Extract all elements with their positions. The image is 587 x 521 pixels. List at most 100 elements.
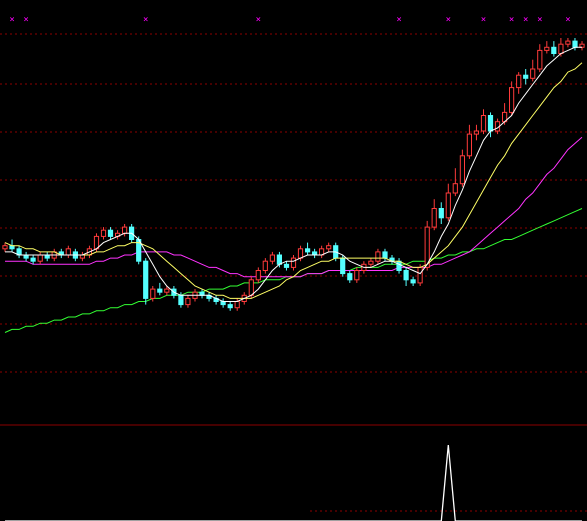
candle (438, 202, 444, 224)
candle-body-up (354, 270, 360, 281)
candle (79, 251, 86, 262)
candle (234, 298, 240, 311)
candle-body-up (2, 245, 8, 250)
signal-marker: × (481, 15, 486, 25)
signal-marker: × (143, 15, 148, 25)
candle (347, 270, 353, 283)
candle (403, 267, 409, 286)
candle (122, 224, 128, 237)
candle (431, 199, 437, 231)
candle-body-up (544, 46, 550, 51)
candle (459, 149, 465, 187)
candle (206, 292, 212, 302)
candle-body-down (143, 260, 149, 299)
candle-body-down (30, 257, 36, 262)
candle (473, 124, 479, 141)
candle (375, 248, 381, 265)
candle (389, 255, 395, 265)
candle (354, 267, 360, 283)
candle (452, 168, 458, 197)
grid-layer (0, 33, 587, 512)
candle (565, 38, 571, 48)
candle (157, 282, 163, 296)
candle-body-down (276, 254, 282, 265)
candle-body-up (262, 260, 268, 272)
candle-body-down (347, 273, 353, 281)
candle (466, 124, 472, 159)
candle-body-up (326, 245, 332, 250)
candle (368, 258, 374, 268)
candle (227, 301, 233, 311)
candle (572, 38, 578, 51)
signal-marker: × (256, 15, 261, 25)
candle-body-down (283, 263, 290, 268)
candle (326, 242, 332, 252)
candle (115, 230, 121, 240)
candle (44, 251, 50, 262)
candle-body-up (480, 115, 487, 132)
candle (551, 41, 557, 57)
candle-body-up (368, 260, 374, 265)
candle (262, 258, 268, 274)
candle-body-down (178, 294, 184, 306)
candle-body-down (551, 46, 557, 54)
candle-body-down (227, 304, 233, 309)
signal-marker: × (509, 15, 514, 25)
signal-marker: × (565, 15, 570, 25)
candle-body-up (37, 254, 43, 262)
candle-body-down (438, 208, 444, 219)
candle-body-up (122, 226, 128, 234)
candle (58, 248, 64, 259)
candle-body-up (269, 254, 275, 262)
candle (16, 245, 22, 259)
signal-marker: × (396, 15, 401, 25)
signal-marker: × (537, 15, 542, 25)
candle-body-up (452, 183, 458, 194)
candle (396, 258, 402, 274)
candle (530, 59, 536, 82)
candle-body-up (459, 155, 465, 185)
candle-body-up (473, 130, 479, 135)
candle (269, 251, 275, 265)
candle-body-up (65, 248, 71, 256)
signal-marker: × (523, 15, 528, 25)
candle (255, 267, 261, 283)
candle-body-up (417, 266, 423, 284)
candle-body-down (396, 260, 402, 272)
candle (107, 227, 114, 240)
stock-chart: × × × × × × × × × × × (0, 0, 587, 521)
signal-marker: × (446, 15, 451, 25)
indicator-line (5, 444, 582, 521)
candle (305, 242, 311, 255)
candle-body-up (466, 133, 472, 157)
candle (544, 41, 550, 54)
candle (523, 69, 529, 85)
candle-body-up (565, 40, 571, 45)
candle-body-up (530, 68, 536, 79)
candle (290, 255, 297, 271)
candle (37, 251, 43, 265)
candle (65, 245, 71, 259)
candle-body-up (509, 87, 515, 113)
candle-body-down (340, 257, 346, 275)
candle-body-down (523, 74, 529, 79)
signal-marker: × (23, 15, 28, 25)
candle (213, 295, 219, 305)
candle (410, 276, 416, 286)
candle-body-up (150, 288, 156, 299)
candle-body-down (572, 40, 578, 48)
candle-body-up (100, 229, 107, 237)
candle-body-up (255, 270, 261, 281)
candle-body-down (410, 279, 416, 284)
candle-body-down (487, 115, 494, 132)
candlestick-layer (2, 38, 585, 311)
candle (382, 248, 388, 262)
candle-body-down (107, 229, 114, 237)
candle (319, 245, 325, 259)
candle (220, 298, 226, 308)
candle (143, 258, 149, 305)
candle (579, 41, 585, 51)
candle-body-up (445, 192, 451, 219)
candle-body-down (403, 270, 409, 281)
candle (516, 72, 522, 94)
